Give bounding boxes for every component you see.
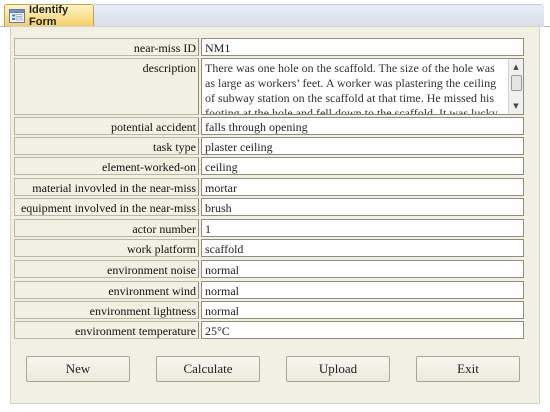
field-label-near-miss-id: near-miss ID [14, 38, 199, 56]
field-label-environment-noise: environment noise [14, 260, 199, 278]
form-icon [9, 8, 25, 23]
field-label-work-platform: work platform [14, 239, 199, 257]
scroll-thumb[interactable] [511, 75, 522, 91]
field-label-description: description [14, 58, 199, 115]
field-row-environment-noise: environment noise normal [14, 260, 524, 278]
scroll-up-arrow-icon[interactable]: ▲ [509, 61, 523, 73]
access-form-window: Identify Form near-miss ID NM1 descripti… [0, 0, 550, 412]
field-label-actor-number: actor number [14, 219, 199, 237]
field-row-environment-temperature: environment temperature 25°C [14, 321, 524, 339]
tab-strip-background [94, 4, 544, 27]
field-row-description: description There was one hole on the sc… [14, 58, 524, 115]
calculate-button[interactable]: Calculate [156, 356, 260, 382]
document-tab-bar: Identify Form [0, 0, 550, 28]
field-input-element-worked-on[interactable]: ceiling [201, 157, 524, 175]
field-label-equipment: equipment involved in the near-miss [14, 198, 199, 216]
tab-title: Identify Form [29, 3, 69, 28]
field-row-equipment: equipment involved in the near-miss brus… [14, 198, 524, 216]
field-row-near-miss-id: near-miss ID NM1 [14, 38, 524, 56]
field-input-actor-number[interactable]: 1 [201, 219, 524, 237]
description-scrollbar[interactable]: ▲ ▼ [508, 59, 523, 114]
exit-button[interactable]: Exit [416, 356, 520, 382]
field-textarea-description[interactable]: There was one hole on the scaffold. The … [201, 58, 524, 115]
scroll-down-arrow-icon[interactable]: ▼ [509, 100, 523, 112]
field-label-environment-lightness: environment lightness [14, 301, 199, 319]
tab-identify-form[interactable]: Identify Form [4, 3, 94, 28]
new-button[interactable]: New [26, 356, 130, 382]
field-row-environment-lightness: environment lightness normal [14, 301, 524, 319]
field-input-material[interactable]: mortar [201, 178, 524, 196]
field-row-work-platform: work platform scaffold [14, 239, 524, 257]
field-input-environment-noise[interactable]: normal [201, 260, 524, 278]
field-row-environment-wind: environment wind normal [14, 281, 524, 299]
field-row-actor-number: actor number 1 [14, 219, 524, 237]
field-row-element-worked-on: element-worked-on ceiling [14, 157, 524, 175]
field-label-environment-wind: environment wind [14, 281, 199, 299]
field-input-work-platform[interactable]: scaffold [201, 239, 524, 257]
field-row-potential-accident: potential accident falls through opening [14, 117, 524, 135]
field-input-environment-lightness[interactable]: normal [201, 301, 524, 319]
field-label-environment-temperature: environment temperature [14, 321, 199, 339]
field-input-environment-temperature[interactable]: 25°C [201, 321, 524, 339]
field-input-equipment[interactable]: brush [201, 198, 524, 216]
field-label-element-worked-on: element-worked-on [14, 157, 199, 175]
field-label-potential-accident: potential accident [14, 117, 199, 135]
field-row-task-type: task type plaster ceiling [14, 137, 524, 155]
description-text: There was one hole on the scaffold. The … [205, 61, 498, 115]
field-label-material: material invovled in the near-miss [14, 178, 199, 196]
field-input-near-miss-id[interactable]: NM1 [201, 38, 524, 56]
field-label-task-type: task type [14, 137, 199, 155]
upload-button[interactable]: Upload [286, 356, 390, 382]
field-input-potential-accident[interactable]: falls through opening [201, 117, 524, 135]
field-row-material: material invovled in the near-miss morta… [14, 178, 524, 196]
field-input-environment-wind[interactable]: normal [201, 281, 524, 299]
field-input-task-type[interactable]: plaster ceiling [201, 137, 524, 155]
